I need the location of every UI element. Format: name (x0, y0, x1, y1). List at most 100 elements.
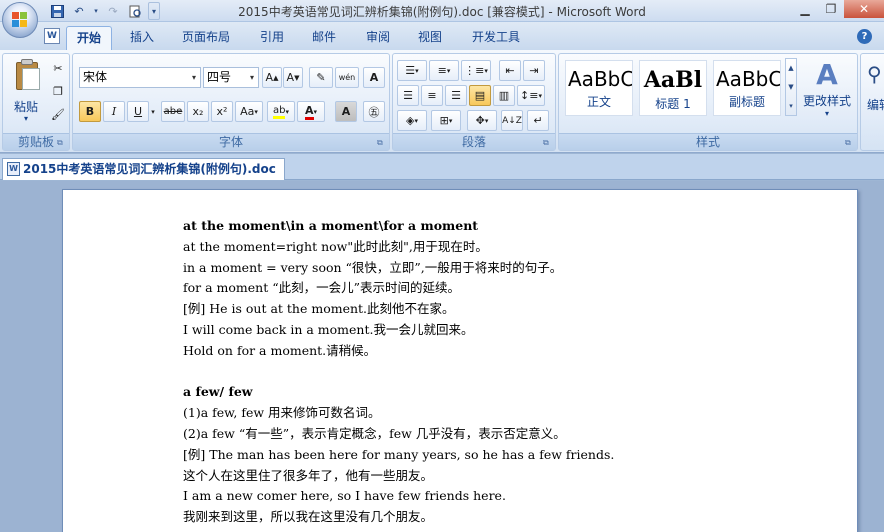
document-line: I will come back in a moment.我一会儿就回来。 (183, 321, 474, 337)
gallery-scroll-buttons[interactable]: ▲ ▼ ▾ (785, 58, 797, 116)
paragraph-group-label: 段落 (393, 133, 555, 150)
align-center-icon[interactable]: ≡ (421, 85, 443, 106)
paste-dropdown-icon[interactable]: ▾ (7, 114, 45, 123)
borders-icon[interactable]: ⊞ ▾ (431, 110, 461, 131)
change-case-button[interactable]: Aa ▾ (235, 101, 263, 122)
align-left-icon[interactable]: ☰ (397, 85, 419, 106)
ribbon: 粘贴 ▾ ✂ ❐ 🖌 剪贴板 ⧉ 宋体 ▾ 四号 ▾ A ▲ A ▼ ✎ wén A… (0, 50, 884, 153)
word-document-icon: W (7, 162, 20, 176)
shrink-font-icon[interactable]: A ▼ (283, 67, 303, 88)
italic-button[interactable]: I (103, 101, 125, 122)
document-line: I am a new comer here, so I have few fri… (183, 488, 506, 504)
justify-icon[interactable]: ▤ (469, 85, 491, 106)
show-marks-icon[interactable]: ↵ (527, 110, 549, 131)
decrease-indent-icon[interactable]: ⇤ (499, 60, 521, 81)
editing-label[interactable]: 编辑 (867, 96, 884, 113)
strikethrough-button[interactable]: abe (161, 101, 185, 122)
paste-icon (16, 62, 40, 90)
document-page[interactable]: at the moment\in a moment\for a moment at… (62, 189, 858, 532)
document-line: a few/ few (183, 384, 253, 400)
editing-group: ⚲ 编辑 (860, 53, 884, 151)
multilevel-list-icon[interactable]: ⋮≡ ▾ (461, 60, 491, 81)
document-line: (1)a few, few 用来修饰可数名词。 (183, 405, 381, 421)
underline-button[interactable]: U (127, 101, 149, 122)
tab-review[interactable]: 审阅 (356, 26, 400, 50)
clear-formatting-icon[interactable]: ✎ (309, 67, 333, 88)
tab-insert[interactable]: 插入 (120, 26, 164, 50)
document-line: 这个人在这里住了很多年了，他有一些朋友。 (183, 467, 434, 483)
subscript-button[interactable]: x₂ (187, 101, 209, 122)
underline-dropdown-icon[interactable]: ▾ (149, 101, 157, 122)
change-styles-label: 更改样式 (802, 94, 851, 108)
cut-icon[interactable]: ✂ (49, 58, 67, 79)
window-title: 2015中考英语常见词汇辨析集锦(附例句).doc [兼容模式] - Micro… (238, 5, 646, 19)
tab-developer[interactable]: 开发工具 (462, 26, 530, 50)
tab-mailings[interactable]: 邮件 (302, 26, 346, 50)
highlight-icon[interactable]: ab ▾ (267, 101, 295, 122)
paste-button[interactable]: 粘贴 ▾ (7, 58, 45, 130)
document-line: at the moment\in a moment\for a moment (183, 218, 479, 233)
tab-view[interactable]: 视图 (408, 26, 452, 50)
font-name-combo[interactable]: 宋体 ▾ (79, 67, 201, 88)
style-heading-1[interactable]: AaBl 标题 1 (639, 60, 707, 116)
font-color-icon[interactable]: A ▾ (297, 101, 325, 122)
tab-home[interactable]: 开始 (66, 26, 113, 50)
word-doc-icon[interactable]: W (44, 28, 60, 44)
font-group-label: 字体 (73, 133, 389, 150)
document-workspace: at the moment\in a moment\for a moment at… (0, 181, 884, 532)
document-tab-label: 2015中考英语常见词汇辨析集锦(附例句).doc (23, 162, 276, 176)
tab-references[interactable]: 引用 (250, 26, 294, 50)
font-name-value: 宋体 (83, 70, 108, 84)
minimize-icon[interactable]: ▁ (792, 0, 818, 18)
phonetic-guide-icon[interactable]: wén (335, 67, 359, 88)
numbering-icon[interactable]: ≡ ▾ (429, 60, 459, 81)
grow-font-icon[interactable]: A ▲ (262, 67, 282, 88)
shading-icon[interactable]: ◈ ▾ (397, 110, 427, 131)
bold-button[interactable]: B (79, 101, 101, 122)
enclose-characters-icon[interactable]: ㊄ (363, 101, 385, 122)
font-size-dropdown-icon[interactable]: ▾ (246, 68, 258, 87)
character-border-icon[interactable]: A (363, 67, 385, 88)
style-subtitle[interactable]: AaBbC 副标题 (713, 60, 781, 116)
paragraph-launcher-icon[interactable]: ⧉ (543, 138, 553, 148)
paragraph-group: ☰ ▾ ≡ ▾ ⋮≡ ▾ ⇤ ⇥ ☰ ≡ ☰ ▤ ▥ ↕≡ ▾ ◈ ▾ ⊞ ▾ ✥ ▾ A↓Z… (392, 53, 556, 151)
change-styles-button[interactable]: A 更改样式 ▾ (799, 58, 855, 128)
chinese-layout-icon[interactable]: ✥ ▾ (467, 110, 497, 131)
format-painter-icon[interactable]: 🖌 (49, 104, 67, 125)
document-line: [例] He is out at the moment.此刻他不在家。 (183, 301, 455, 317)
document-tab[interactable]: W 2015中考英语常见词汇辨析集锦(附例句).doc (2, 158, 285, 180)
window-controls: ▁ ❐ ✕ (792, 0, 884, 18)
document-line: in a moment = very soon “很快，立即”,一般用于将来时的… (183, 259, 563, 275)
styles-launcher-icon[interactable]: ⧉ (845, 138, 855, 148)
distributed-icon[interactable]: ▥ (493, 85, 515, 106)
clipboard-group: 粘贴 ▾ ✂ ❐ 🖌 剪贴板 ⧉ (2, 53, 70, 151)
document-line: for a moment “此刻，一会儿”表示时间的延续。 (183, 280, 460, 296)
binoculars-icon[interactable]: ⚲ (867, 62, 882, 86)
clipboard-launcher-icon[interactable]: ⧉ (57, 138, 67, 148)
bullets-icon[interactable]: ☰ ▾ (397, 60, 427, 81)
help-icon[interactable]: ? (857, 29, 872, 44)
document-body[interactable]: at the moment\in a moment\for a moment at… (183, 216, 823, 528)
tab-page-layout[interactable]: 页面布局 (172, 26, 240, 50)
quick-styles-gallery: AaBbC 正文 AaBl 标题 1 AaBbC 副标题 (565, 60, 783, 116)
align-right-icon[interactable]: ☰ (445, 85, 467, 106)
document-line: [例] The man has been here for many years… (183, 446, 615, 462)
superscript-button[interactable]: x² (211, 101, 233, 122)
sort-icon[interactable]: A↓Z (501, 110, 523, 131)
style-normal[interactable]: AaBbC 正文 (565, 60, 633, 116)
font-launcher-icon[interactable]: ⧉ (377, 138, 387, 148)
increase-indent-icon[interactable]: ⇥ (523, 60, 545, 81)
restore-icon[interactable]: ❐ (818, 0, 844, 18)
office-logo-icon (12, 12, 28, 28)
close-icon[interactable]: ✕ (844, 0, 884, 18)
copy-icon[interactable]: ❐ (49, 81, 67, 102)
office-button[interactable] (2, 2, 38, 38)
styles-group-label: 样式 (559, 133, 857, 150)
font-name-dropdown-icon[interactable]: ▾ (188, 68, 200, 87)
character-shading-icon[interactable]: A (335, 101, 357, 122)
document-line: 我刚来到这里，所以我在这里没有几个朋友。 (183, 509, 434, 525)
line-spacing-icon[interactable]: ↕≡ ▾ (517, 85, 545, 106)
document-line: (2)a few “有一些”，表示肯定概念，few 几乎没有，表示否定意义。 (183, 425, 566, 441)
font-size-combo[interactable]: 四号 ▾ (203, 67, 259, 88)
paste-label: 粘贴 (13, 100, 38, 114)
